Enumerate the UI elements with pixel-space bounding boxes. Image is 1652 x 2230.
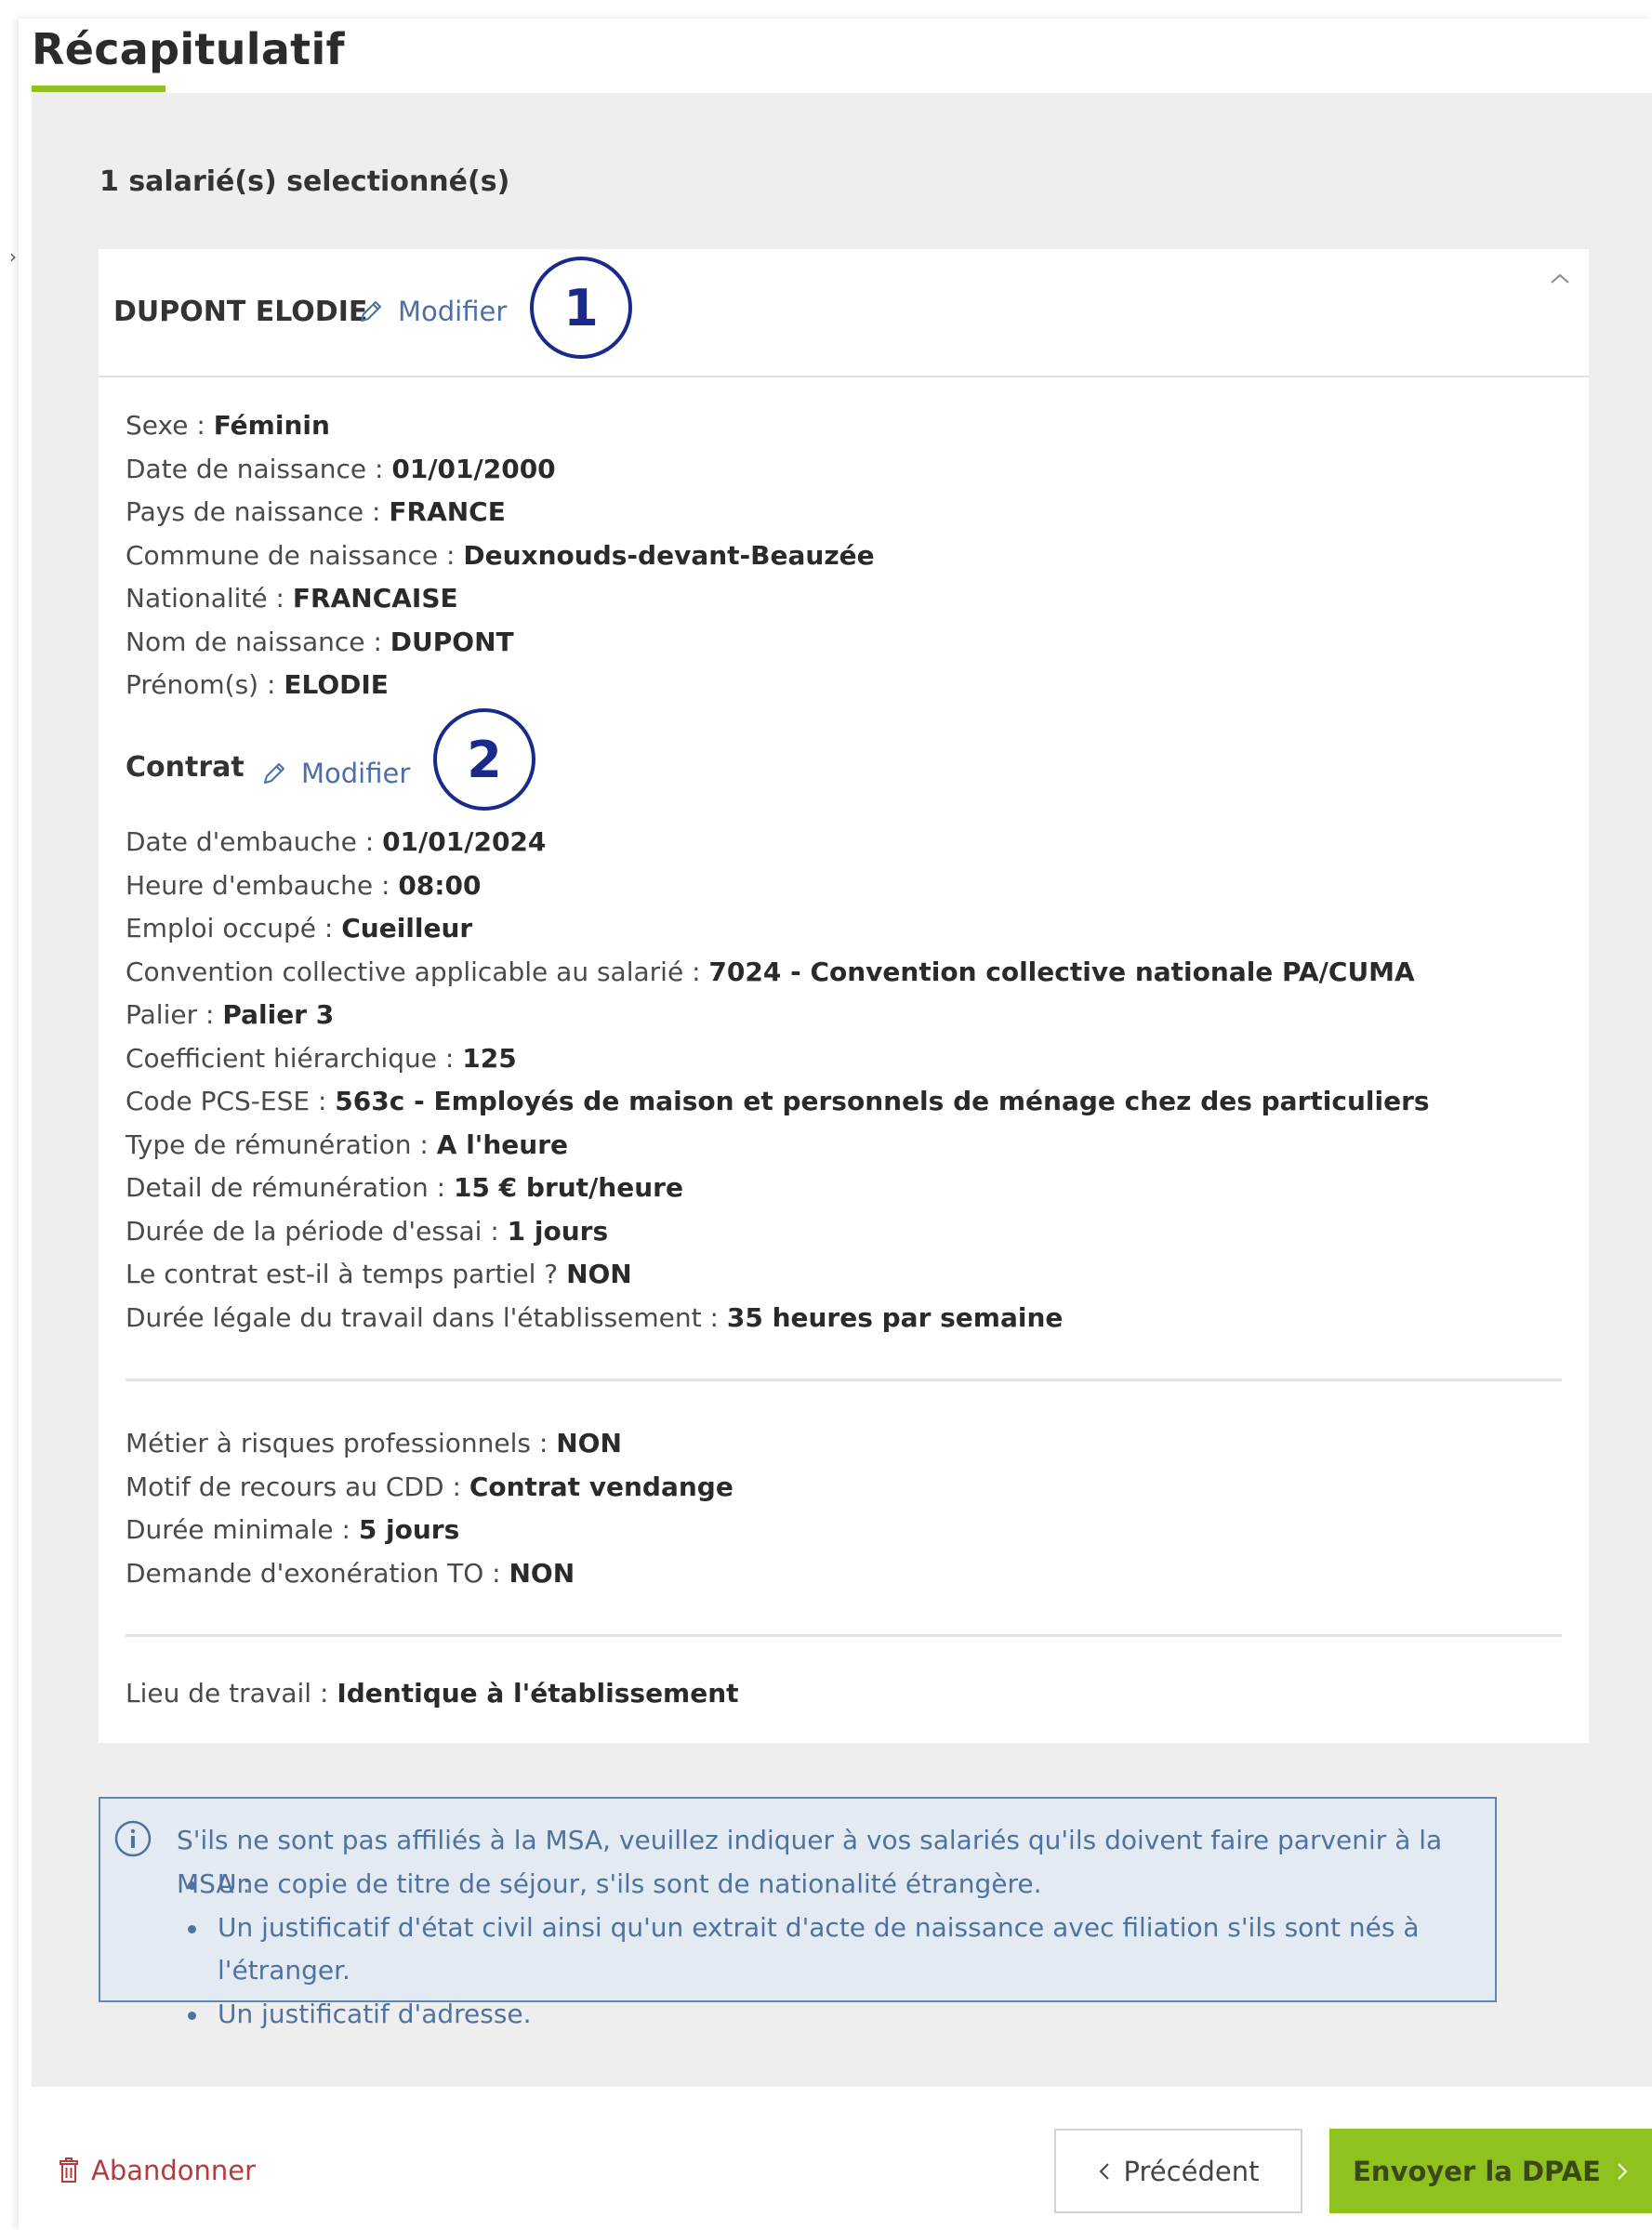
contract-row: Convention collective applicable au sala… <box>126 956 1415 987</box>
contract-extra-row: Métier à risques professionnels : NON <box>126 1428 622 1458</box>
pencil-icon <box>361 301 381 322</box>
contract-row: Emploi occupé : Cueilleur <box>126 913 473 943</box>
submit-label: Envoyer la DPAE <box>1353 2155 1601 2187</box>
section-divider <box>126 1379 1562 1381</box>
info-list-item: Une copie de titre de séjour, s'ils sont… <box>177 1863 1495 1907</box>
step-badge-2: 2 <box>433 708 535 811</box>
contract-extra-details: Métier à risques professionnels : NON Mo… <box>126 1422 733 1595</box>
page-title: Récapitulatif <box>32 24 345 74</box>
modify-contract-label: Modifier <box>301 758 411 789</box>
abandon-button[interactable]: Abandonner <box>58 2155 256 2186</box>
identity-row: Commune de naissance : Deuxnouds-devant-… <box>126 539 875 571</box>
employee-name: DUPONT ELODIE <box>113 296 368 328</box>
identity-details: Sexe : Féminin Date de naissance : 01/01… <box>126 404 875 707</box>
identity-row: Pays de naissance : FRANCE <box>126 496 506 527</box>
contract-row: Palier : Palier 3 <box>126 999 335 1030</box>
step-badge-1: 1 <box>530 257 632 359</box>
chevron-right-icon <box>1618 2162 1628 2180</box>
identity-row: Sexe : Féminin <box>126 410 330 441</box>
info-list: Une copie de titre de séjour, s'ils sont… <box>177 1863 1495 2036</box>
workplace-row: Lieu de travail : Identique à l'établiss… <box>126 1678 739 1709</box>
contract-row: Coefficient hiérarchique : 125 <box>126 1042 517 1074</box>
info-list-item: Un justificatif d'adresse. <box>177 1993 1495 2037</box>
chevron-up-icon[interactable] <box>1546 270 1574 288</box>
abandon-label: Abandonner <box>91 2155 257 2186</box>
submit-dpae-button[interactable]: Envoyer la DPAE <box>1329 2129 1652 2213</box>
contract-row: Code PCS-ESE : 563c - Employés de maison… <box>126 1086 1430 1116</box>
title-underline <box>32 86 165 92</box>
employee-card: DUPONT ELODIE Modifier 1 Sexe : Féminin … <box>99 249 1589 1743</box>
modify-employee-link[interactable]: Modifier <box>357 296 507 327</box>
identity-row: Nationalité : FRANCAISE <box>126 583 458 614</box>
workplace-details: Lieu de travail : Identique à l'établiss… <box>126 1672 739 1716</box>
employee-card-header[interactable]: DUPONT ELODIE Modifier 1 <box>99 249 1589 377</box>
selection-count: 1 salarié(s) selectionné(s) <box>99 165 510 198</box>
contract-details: Date d'embauche : 01/01/2024 Heure d'emb… <box>126 821 1430 1339</box>
contract-row: Detail de rémunération : 15 € brut/heure <box>126 1172 683 1203</box>
section-divider <box>126 1634 1562 1637</box>
contract-row: Heure d'embauche : 08:00 <box>126 869 482 901</box>
contract-row: Le contrat est-il à temps partiel ? NON <box>126 1259 632 1289</box>
side-arrow-icon[interactable]: › <box>9 245 17 268</box>
contract-section-title: Contrat <box>126 751 244 784</box>
info-circle-icon <box>114 1820 152 1857</box>
trash-icon <box>59 2157 78 2183</box>
contract-extra-row: Motif de recours au CDD : Contrat vendan… <box>126 1471 733 1502</box>
modify-employee-label: Modifier <box>398 296 508 327</box>
identity-row: Date de naissance : 01/01/2000 <box>126 453 556 484</box>
modify-contract-link[interactable]: Modifier <box>260 758 410 789</box>
identity-row: Nom de naissance : DUPONT <box>126 626 514 657</box>
info-notice: S'ils ne sont pas affiliés à la MSA, veu… <box>99 1797 1497 2029</box>
contract-extra-row: Demande d'exonération TO : NON <box>126 1557 575 1589</box>
info-list-item: Un justificatif d'état civil ainsi qu'un… <box>177 1907 1495 1993</box>
pencil-icon <box>264 763 284 784</box>
contract-row: Durée de la période d'essai : 1 jours <box>126 1215 609 1247</box>
previous-label: Précédent <box>1123 2155 1260 2187</box>
previous-button[interactable]: Précédent <box>1054 2129 1302 2213</box>
contract-extra-row: Durée minimale : 5 jours <box>126 1514 460 1545</box>
chevron-left-icon <box>1099 2162 1109 2180</box>
contract-row: Type de rémunération : A l'heure <box>126 1128 569 1160</box>
identity-row: Prénom(s) : ELODIE <box>126 669 389 700</box>
contract-row: Date d'embauche : 01/01/2024 <box>126 826 547 857</box>
contract-row: Durée légale du travail dans l'établisse… <box>126 1301 1064 1333</box>
